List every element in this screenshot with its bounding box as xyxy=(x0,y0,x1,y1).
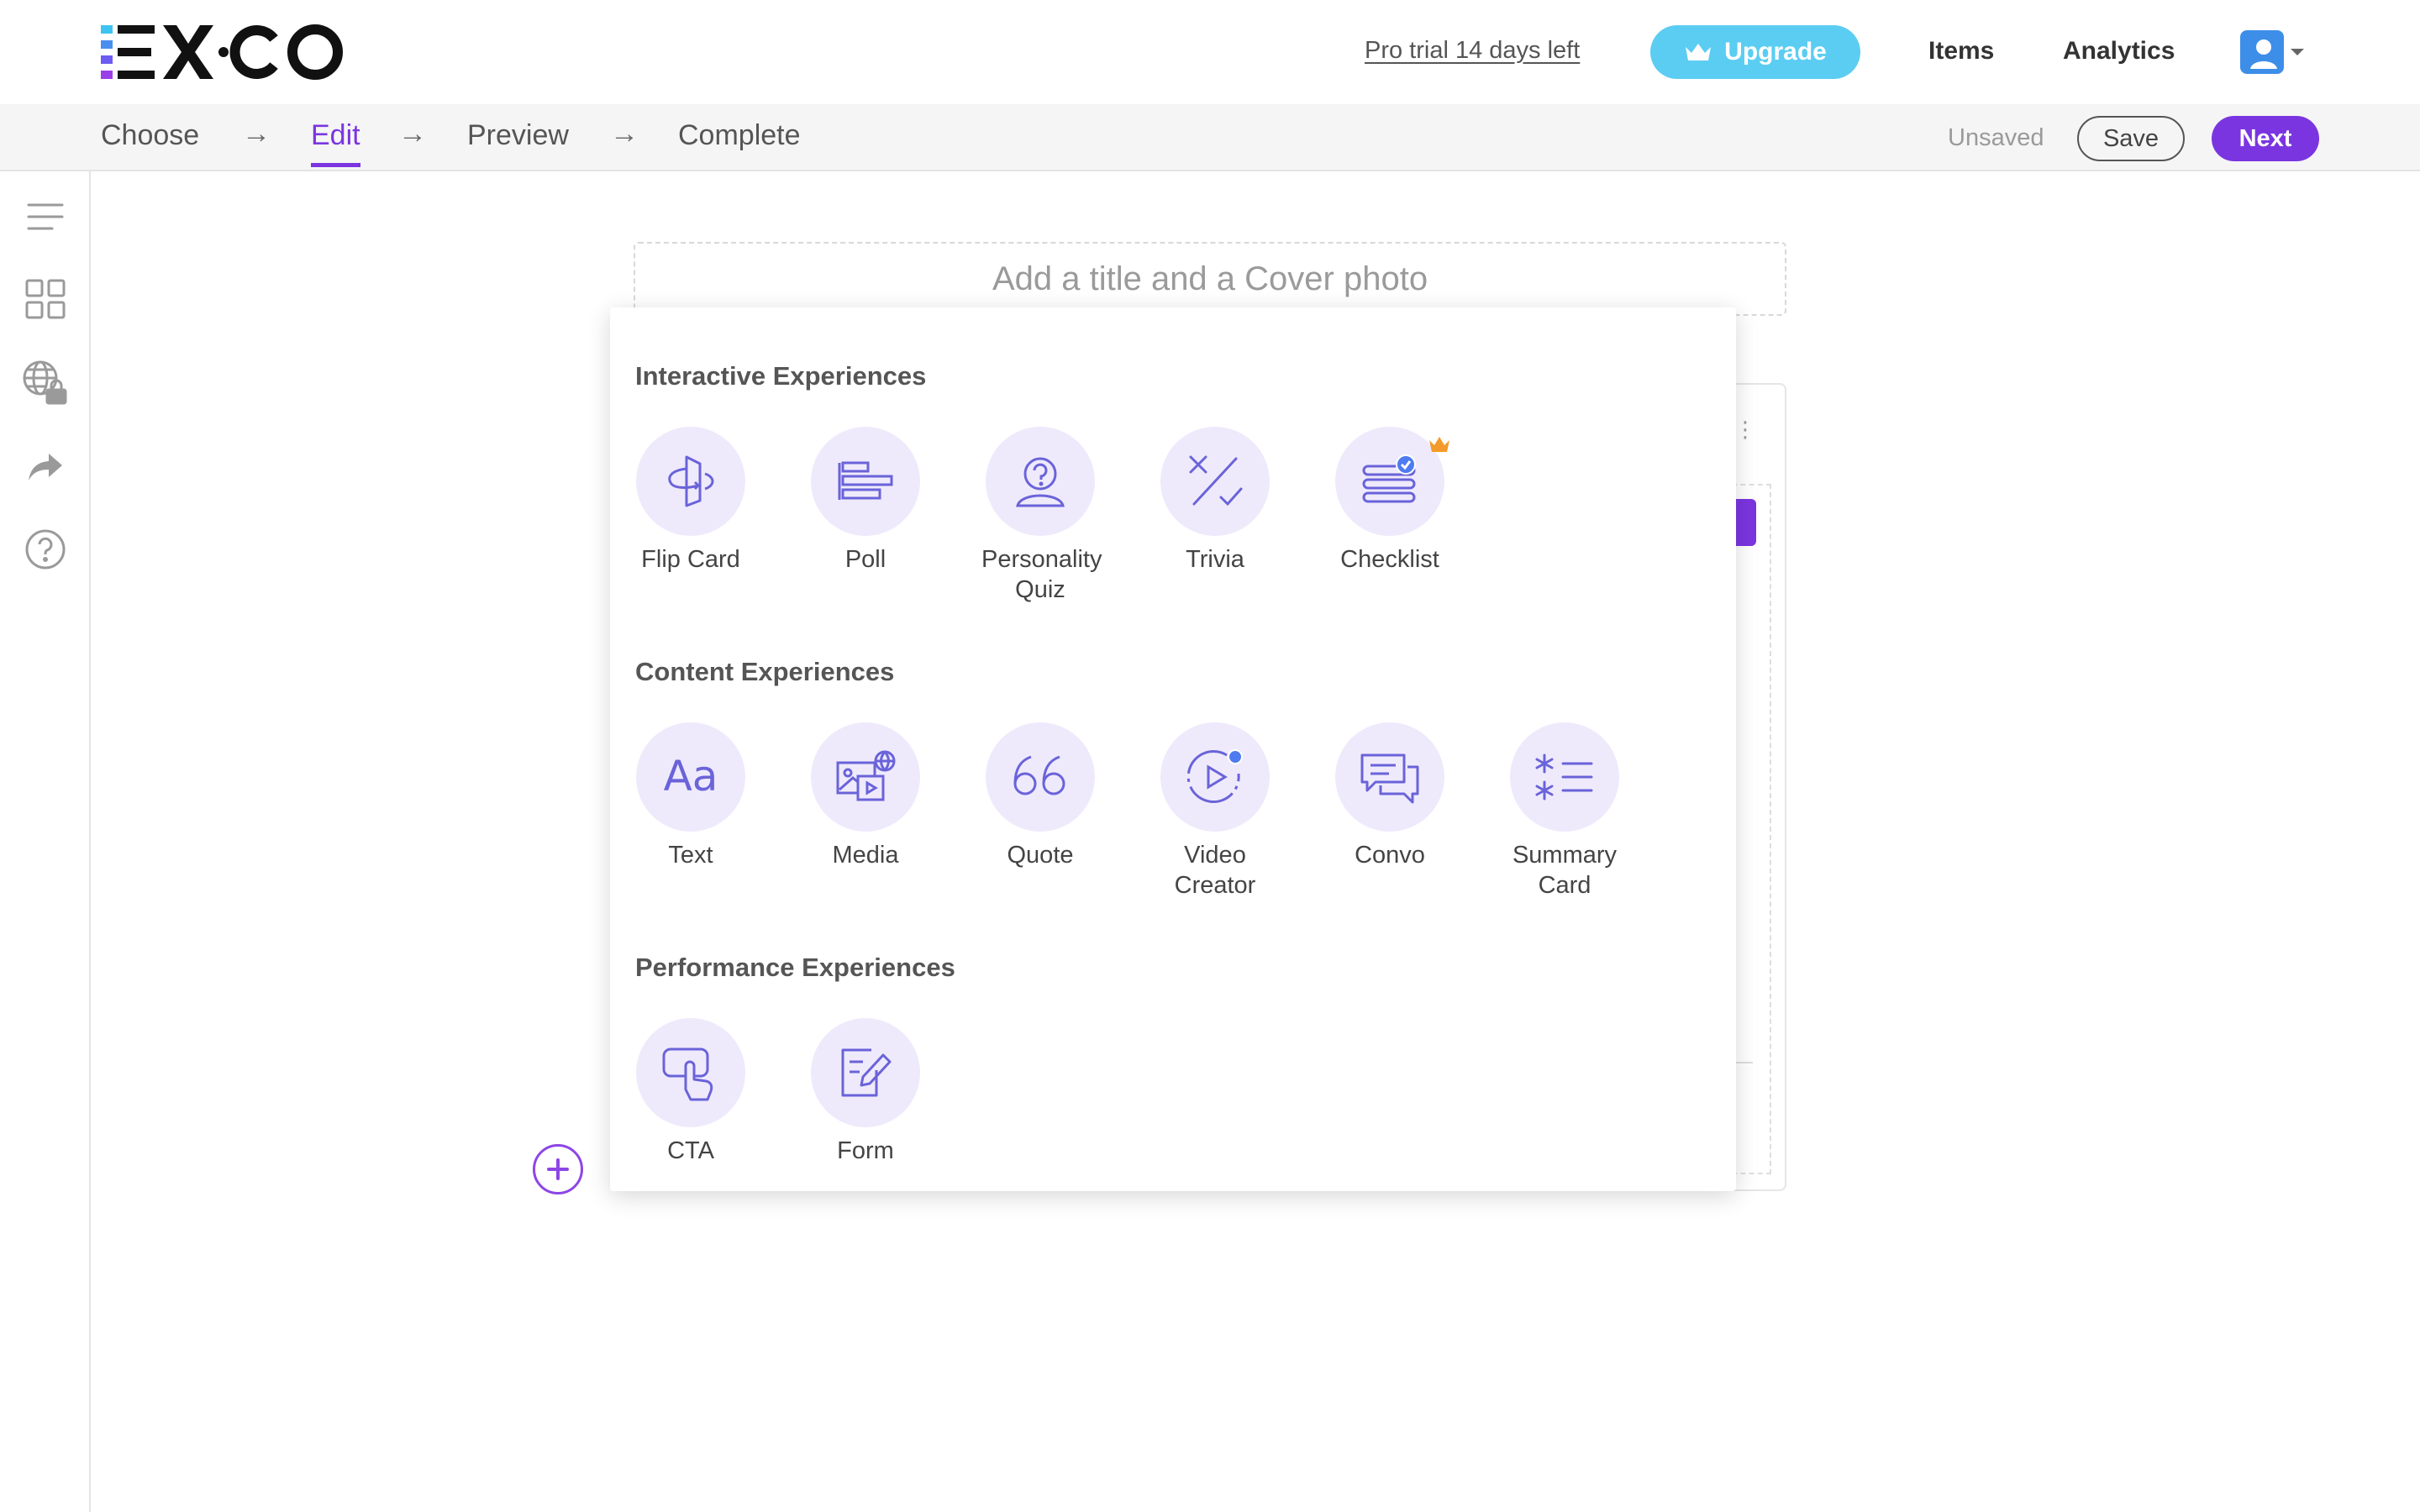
tile-flip-card[interactable]: Flip Card xyxy=(615,427,766,575)
layout-grid-icon[interactable] xyxy=(22,276,69,323)
media-icon xyxy=(836,750,896,801)
user-icon xyxy=(2250,39,2277,69)
tile-label: Text xyxy=(668,842,713,869)
add-item-button[interactable] xyxy=(533,1144,583,1194)
tile-poll[interactable]: Poll xyxy=(790,427,941,575)
section-title: Content Experiences xyxy=(635,657,895,686)
upgrade-label: Upgrade xyxy=(1724,38,1827,66)
chevron-down-icon xyxy=(2291,49,2304,55)
tile-label: Flip Card xyxy=(641,546,740,573)
crown-icon xyxy=(1686,44,1712,60)
section-title: Performance Experiences xyxy=(635,953,955,982)
text-icon: Aa xyxy=(664,753,718,801)
user-menu[interactable] xyxy=(2240,30,2304,74)
premium-crown-icon xyxy=(1429,437,1449,452)
tile-convo[interactable]: Convo xyxy=(1314,722,1465,870)
tile-label: Personality Quiz xyxy=(981,546,1102,603)
tile-label: Convo xyxy=(1355,842,1425,869)
save-status: Unsaved xyxy=(1948,124,2044,151)
tile-label: Poll xyxy=(844,546,886,573)
section-title: Interactive Experiences xyxy=(635,361,927,391)
help-circle-icon[interactable] xyxy=(22,526,69,573)
tile-media[interactable]: Media xyxy=(790,722,941,870)
top-bar: Pro trial 14 days left Upgrade Items Ana… xyxy=(0,0,2420,104)
step-arrow: → xyxy=(610,118,639,150)
tile-label: Checklist xyxy=(1340,546,1439,573)
step-edit[interactable]: Edit xyxy=(311,119,360,167)
step-preview[interactable]: Preview xyxy=(467,119,569,152)
personality-quiz-icon xyxy=(1016,457,1065,507)
cta-icon xyxy=(662,1047,713,1101)
tile-label: Video Creator xyxy=(1174,842,1256,899)
step-arrow: → xyxy=(398,118,427,150)
left-sidebar xyxy=(0,171,91,1512)
plus-icon xyxy=(547,1158,569,1180)
form-icon xyxy=(841,1048,892,1097)
summary-card-icon xyxy=(1535,753,1593,801)
tile-label: Trivia xyxy=(1186,546,1244,573)
tile-personality-quiz[interactable]: Personality Quiz xyxy=(965,427,1116,605)
flip-card-icon xyxy=(668,455,714,507)
nav-items[interactable]: Items xyxy=(1928,37,1994,66)
upgrade-button[interactable]: Upgrade xyxy=(1650,25,1860,79)
nav-analytics[interactable]: Analytics xyxy=(2063,37,2175,66)
tile-form[interactable]: Form xyxy=(790,1018,941,1166)
tile-label: Form xyxy=(837,1137,894,1164)
step-complete[interactable]: Complete xyxy=(678,119,801,152)
video-creator-icon xyxy=(1186,749,1243,803)
trial-status-link[interactable]: Pro trial 14 days left xyxy=(1365,37,1580,65)
globe-lock-icon[interactable] xyxy=(22,360,69,407)
convo-icon xyxy=(1360,753,1419,804)
poll-icon xyxy=(838,461,893,500)
add-experience-menu: Interactive Experiences Flip Card Poll P… xyxy=(610,307,1736,1191)
step-arrow: → xyxy=(242,118,271,150)
exco-logo[interactable] xyxy=(101,22,353,82)
title-cover-placeholder[interactable]: Add a title and a Cover photo xyxy=(634,242,1786,316)
share-arrow-icon[interactable] xyxy=(22,444,69,491)
step-choose[interactable]: Choose xyxy=(101,119,199,152)
step-bar: Choose → Edit → Preview → Complete Unsav… xyxy=(0,104,2420,171)
quote-icon xyxy=(1013,755,1065,795)
tile-label: Quote xyxy=(1007,842,1074,869)
trivia-icon xyxy=(1189,455,1243,507)
svg-text:Aa: Aa xyxy=(664,753,718,801)
tile-quote[interactable]: Quote xyxy=(965,722,1116,870)
tile-text[interactable]: Aa Text xyxy=(615,722,766,870)
tile-checklist[interactable]: Checklist xyxy=(1314,427,1465,575)
menu-icon[interactable] xyxy=(22,193,69,240)
tile-label: CTA xyxy=(667,1137,714,1164)
tile-cta[interactable]: CTA xyxy=(615,1018,766,1166)
checklist-icon xyxy=(1362,454,1416,503)
avatar xyxy=(2240,30,2284,74)
tile-trivia[interactable]: Trivia xyxy=(1139,427,1291,575)
tile-label: Summary Card xyxy=(1512,842,1618,899)
save-button[interactable]: Save xyxy=(2077,116,2185,161)
more-icon[interactable]: ⋮ xyxy=(1734,418,1756,440)
tile-label: Media xyxy=(832,842,899,869)
next-button[interactable]: Next xyxy=(2212,116,2319,161)
tile-summary-card[interactable]: Summary Card xyxy=(1489,722,1640,900)
tile-video-creator[interactable]: Video Creator xyxy=(1139,722,1291,900)
